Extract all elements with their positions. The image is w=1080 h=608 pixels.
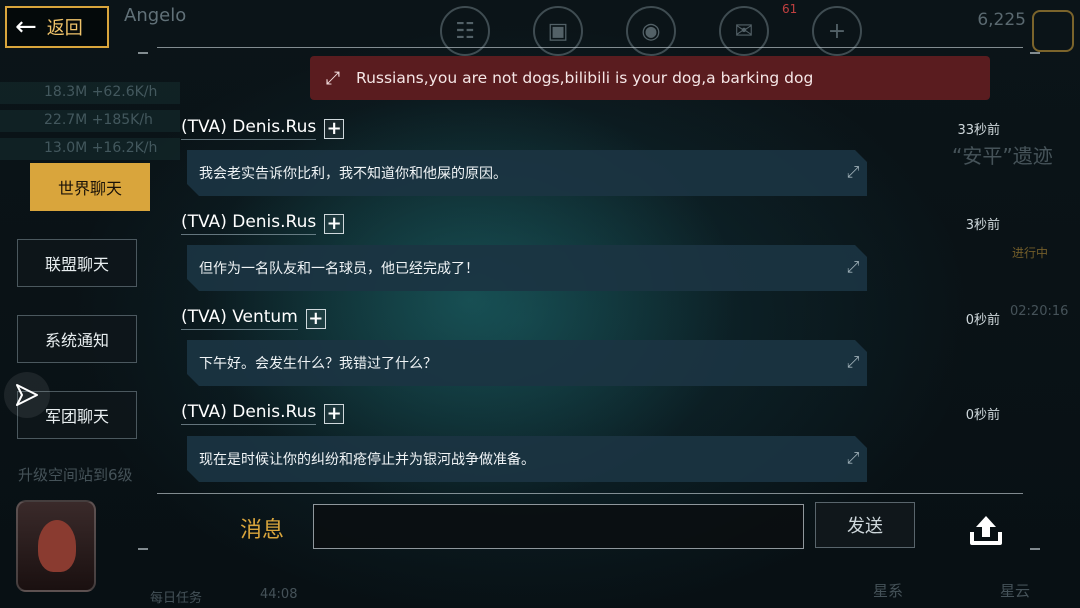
divider-tick bbox=[138, 52, 148, 54]
relic-label: “安平”遗迹 bbox=[952, 144, 1053, 168]
message-time: 33秒前 bbox=[957, 123, 1000, 138]
sender-name[interactable]: (TVA) Ventum bbox=[181, 307, 298, 330]
tab-world-chat[interactable]: 世界聊天 bbox=[30, 163, 150, 211]
credits-value: 6,225 bbox=[977, 10, 1026, 30]
currency-icon bbox=[1032, 10, 1074, 52]
message-bubble: 现在是时候让你的纠纷和疮停止并为银河战争做准备。 ⤢ bbox=[187, 436, 867, 482]
message-bubble: 下午好。会发生什么？我错过了什么？ ⤢ bbox=[187, 340, 867, 386]
translate-icon[interactable]: ⤢ bbox=[841, 257, 865, 279]
message-text: 下午好。会发生什么？我错过了什么？ bbox=[199, 356, 437, 372]
translate-icon[interactable]: ⤢ bbox=[841, 448, 865, 470]
send-arrow-icon[interactable] bbox=[4, 372, 50, 418]
message-bubble: 但作为一名队友和一名球员，他已经完成了！ ⤢ bbox=[187, 245, 867, 291]
globe-icon[interactable]: ☷ bbox=[440, 6, 490, 56]
translate-icon[interactable]: ⤢ bbox=[318, 68, 348, 89]
message-label: 消息 bbox=[240, 518, 285, 543]
add-friend-icon[interactable]: + bbox=[324, 213, 345, 234]
sender-name[interactable]: (TVA) Denis.Rus bbox=[181, 212, 317, 235]
upload-icon[interactable] bbox=[966, 510, 1006, 550]
back-button[interactable]: ← 返回 bbox=[5, 6, 109, 48]
top-divider bbox=[157, 47, 1023, 48]
message-header: (TVA) Denis.Rus + bbox=[181, 212, 345, 235]
message-text: 但作为一名队友和一名球员，他已经完成了！ bbox=[199, 261, 479, 277]
resource-value-2: 22.7M +185K/h bbox=[44, 112, 153, 128]
resource-value-1: 18.3M +62.6K/h bbox=[44, 84, 158, 100]
upgrade-hint: 升级空间站到6级 bbox=[18, 466, 133, 484]
back-arrow-icon: ← bbox=[15, 12, 37, 42]
progress-label: 进行中 bbox=[1012, 246, 1049, 260]
tab-alliance-chat[interactable]: 联盟聊天 bbox=[17, 239, 137, 287]
player-avatar[interactable] bbox=[16, 500, 96, 592]
translate-icon[interactable]: ⤢ bbox=[841, 162, 865, 184]
nav-daily-tasks-label: 每日任务 bbox=[150, 591, 203, 606]
progress-timer: 02:20:16 bbox=[1010, 304, 1069, 319]
divider-tick bbox=[1030, 548, 1040, 550]
message-header: (TVA) Denis.Rus + bbox=[181, 402, 345, 425]
sender-name[interactable]: (TVA) Denis.Rus bbox=[181, 402, 317, 425]
sender-name[interactable]: (TVA) Denis.Rus bbox=[181, 117, 317, 140]
message-time: 0秒前 bbox=[965, 313, 1000, 328]
mail-badge: 61 bbox=[782, 2, 798, 16]
back-label: 返回 bbox=[46, 18, 83, 39]
plus-circle-icon[interactable]: + bbox=[812, 6, 862, 56]
resource-value-3: 13.0M +16.2K/h bbox=[44, 140, 158, 156]
player-name: Angelo bbox=[124, 5, 187, 26]
add-friend-icon[interactable]: + bbox=[305, 308, 326, 329]
send-button[interactable]: 发送 bbox=[815, 502, 915, 548]
message-time: 3秒前 bbox=[965, 218, 1000, 233]
message-header: (TVA) Ventum + bbox=[181, 307, 326, 330]
translate-icon[interactable]: ⤢ bbox=[841, 352, 865, 374]
message-text: 我会老实告诉你比利，我不知道你和他屎的原因。 bbox=[199, 166, 507, 182]
broadcast-banner[interactable]: ⤢ Russians,you are not dogs,bilibili is … bbox=[310, 56, 990, 100]
mail-icon[interactable]: ✉ bbox=[719, 6, 769, 56]
top-menu-icons: ☷ ▣ ◉ ✉ + bbox=[440, 6, 862, 56]
message-bubble: 我会老实告诉你比利，我不知道你和他屎的原因。 ⤢ bbox=[187, 150, 867, 196]
message-time: 0秒前 bbox=[965, 408, 1000, 423]
add-friend-icon[interactable]: + bbox=[324, 118, 345, 139]
message-text: 现在是时候让你的纠纷和疮停止并为银河战争做准备。 bbox=[199, 452, 535, 468]
divider-tick bbox=[1030, 52, 1040, 54]
nav-nebula-label: 星云 bbox=[1000, 582, 1031, 600]
tab-system-notice[interactable]: 系统通知 bbox=[17, 315, 137, 363]
helmet-icon[interactable]: ◉ bbox=[626, 6, 676, 56]
divider-tick bbox=[138, 548, 148, 550]
broadcast-text: Russians,you are not dogs,bilibili is yo… bbox=[356, 69, 814, 87]
bottom-divider bbox=[157, 493, 1023, 494]
nav-galaxy-label: 星系 bbox=[873, 582, 904, 600]
briefcase-icon[interactable]: ▣ bbox=[533, 6, 583, 56]
add-friend-icon[interactable]: + bbox=[324, 403, 345, 424]
nav-timer-label: 44:08 bbox=[260, 587, 298, 602]
message-input[interactable] bbox=[313, 504, 804, 549]
message-header: (TVA) Denis.Rus + bbox=[181, 117, 345, 140]
